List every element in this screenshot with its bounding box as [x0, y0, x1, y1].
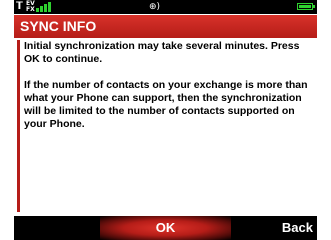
- ok-softkey-label: OK: [155, 220, 176, 235]
- fx-label: FX: [26, 6, 35, 13]
- signal-strength-icon: [36, 2, 52, 12]
- page-title: SYNC INFO: [20, 18, 97, 34]
- battery-icon: [297, 3, 315, 10]
- softkey-bar: OK Back: [14, 216, 317, 240]
- message-paragraph-1: Initial synchronization may take several…: [24, 40, 300, 65]
- antenna-icon: 𝗧: [16, 1, 23, 12]
- audio-icon: ⊕): [149, 2, 161, 12]
- ok-softkey[interactable]: OK: [100, 216, 231, 240]
- status-bar: 𝗧 EV FX ⊕): [14, 0, 317, 14]
- message-body: Initial synchronization may take several…: [17, 40, 315, 212]
- title-bar: SYNC INFO: [14, 15, 317, 38]
- message-paragraph-2: If the number of contacts on your exchan…: [24, 79, 308, 130]
- network-type-indicator: EV FX: [26, 1, 35, 13]
- phone-screen: 𝗧 EV FX ⊕) SYNC INFO Initial synchroniza…: [14, 0, 317, 240]
- back-softkey[interactable]: Back: [282, 216, 313, 240]
